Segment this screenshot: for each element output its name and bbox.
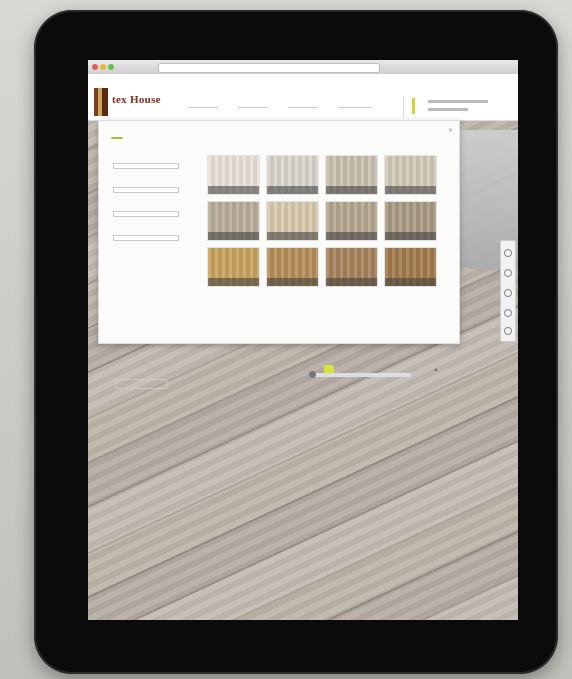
nav-item-1[interactable] [188,106,218,108]
floor-swatch[interactable] [325,201,378,241]
swatch-caption [267,232,318,240]
site-header: tex House [88,74,518,123]
header-line-2 [428,108,468,111]
close-window-icon[interactable] [92,64,98,70]
floor-swatch[interactable] [266,155,319,195]
right-toolbar [500,240,516,342]
nav-item-2[interactable] [238,106,268,108]
filter-select-1[interactable] [113,163,179,169]
floor-swatch[interactable] [207,155,260,195]
header-user-area[interactable] [403,96,512,118]
floor-swatch[interactable] [207,201,260,241]
swatch-caption [326,232,377,240]
filter-select-4[interactable] [113,235,179,241]
arrow-up-icon[interactable]: ▲ [433,367,439,373]
swatch-caption [385,186,436,194]
filter-select-3[interactable] [113,211,179,217]
swatch-caption [385,232,436,240]
tablet-screen: tex House ✕ ▲ [88,60,518,620]
nav-item-4[interactable] [338,106,372,108]
panel-tag[interactable] [111,137,123,139]
floor-swatch[interactable] [325,247,378,287]
site-logo-text[interactable]: tex House [112,94,161,106]
swatch-caption [208,278,259,286]
close-icon[interactable]: ✕ [448,127,453,134]
floor-swatch[interactable] [384,201,437,241]
swatch-caption [267,186,318,194]
slider-track[interactable] [311,373,411,377]
swatch-caption [326,278,377,286]
swatch-caption [208,186,259,194]
filter-select-2[interactable] [113,187,179,193]
floor-selection-panel: ✕ ▲ [98,120,460,389]
nav-item-3[interactable] [288,106,318,108]
floor-swatch[interactable] [325,155,378,195]
floor-swatch[interactable] [384,155,437,195]
swatch-caption [326,186,377,194]
settings-icon[interactable] [504,309,512,317]
header-line-1 [428,100,488,103]
floor-swatch[interactable] [384,247,437,287]
address-bar[interactable] [158,63,380,73]
browser-toolbar [88,60,518,75]
zoom-in-icon[interactable] [504,249,512,257]
maximize-window-icon[interactable] [108,64,114,70]
header-accent-bar [412,98,415,114]
swatch-caption [267,278,318,286]
minimize-window-icon[interactable] [100,64,106,70]
logo-icon [94,88,108,116]
fullscreen-icon[interactable] [504,327,512,335]
zoom-out-icon[interactable] [504,269,512,277]
swatch-caption [208,232,259,240]
floor-swatch[interactable] [266,201,319,241]
rotate-icon[interactable] [504,289,512,297]
floor-swatch[interactable] [207,247,260,287]
floor-swatch[interactable] [266,247,319,287]
panel-footer-button[interactable] [115,379,167,389]
slider-thumb[interactable] [309,371,316,378]
swatch-caption [385,278,436,286]
